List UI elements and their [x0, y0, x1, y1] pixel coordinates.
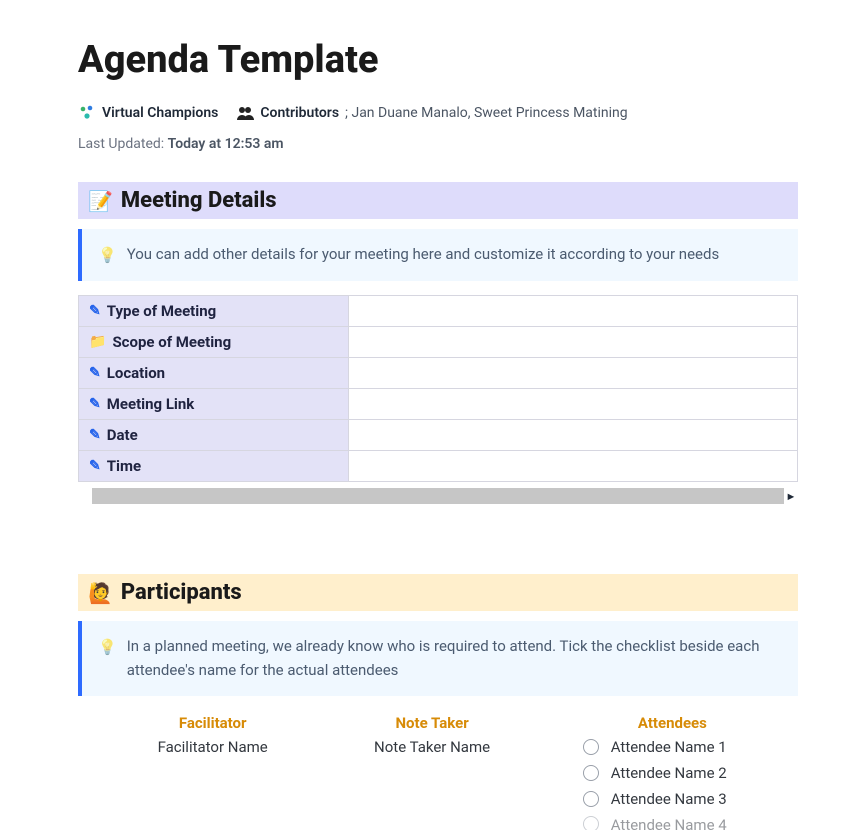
contributors-list: ; Jan Duane Manalo, Sweet Princess Matin…	[345, 105, 628, 121]
participants-header: 🙋 Participants	[78, 574, 798, 611]
attendees-list: Attendee Name 1 Attendee Name 2 Attendee…	[547, 738, 798, 830]
participants-callout-text: In a planned meeting, we already know wh…	[127, 635, 782, 682]
field-label: Location	[107, 364, 165, 382]
team-meta: Virtual Champions	[78, 104, 218, 122]
facilitator-value[interactable]: Facilitator Name	[108, 738, 317, 756]
checkbox-icon[interactable]	[583, 816, 599, 830]
participants-title: Participants	[121, 580, 242, 605]
meeting-details-callout: 💡 You can add other details for your mee…	[78, 229, 798, 281]
scroll-right-icon[interactable]: ►	[784, 488, 798, 504]
field-value[interactable]	[349, 327, 798, 358]
field-value[interactable]	[349, 358, 798, 389]
raised-hand-icon: 🙋	[88, 581, 113, 605]
facilitator-header: Facilitator	[108, 714, 317, 732]
attendee-name[interactable]: Attendee Name 3	[611, 790, 727, 808]
last-updated-label: Last Updated:	[78, 136, 164, 152]
field-label: Scope of Meeting	[112, 333, 231, 351]
attendee-name[interactable]: Attendee Name 1	[611, 738, 727, 756]
pencil-icon: ✎	[89, 303, 101, 319]
checkbox-icon[interactable]	[583, 739, 599, 755]
attendee-row: Attendee Name 1	[583, 738, 798, 756]
people-icon	[236, 105, 254, 121]
meeting-details-callout-text: You can add other details for your meeti…	[127, 243, 720, 266]
meeting-details-title: Meeting Details	[121, 188, 277, 213]
attendee-row: Attendee Name 3	[583, 790, 798, 808]
contributors-label: Contributors	[260, 105, 339, 121]
attendee-name[interactable]: Attendee Name 2	[611, 764, 727, 782]
attendee-row: Attendee Name 2	[583, 764, 798, 782]
table-row: ✎ Location	[79, 358, 798, 389]
scroll-left-icon[interactable]: ◄	[78, 488, 92, 504]
meeting-details-header: 📝 Meeting Details	[78, 182, 798, 219]
field-value[interactable]	[349, 296, 798, 327]
participants-callout: 💡 In a planned meeting, we already know …	[78, 621, 798, 696]
attendee-row: Attendee Name 4	[583, 816, 798, 830]
team-icon	[78, 104, 96, 122]
last-updated-value: Today at 12:53 am	[168, 136, 284, 152]
field-value[interactable]	[349, 451, 798, 482]
field-label: Meeting Link	[107, 395, 195, 413]
participants-grid: Facilitator Facilitator Name Note Taker …	[78, 710, 798, 830]
field-label: Date	[107, 426, 138, 444]
lightbulb-icon: 💡	[98, 244, 117, 267]
horizontal-scrollbar[interactable]: ◄ ►	[78, 488, 798, 504]
note-taker-header: Note Taker	[327, 714, 536, 732]
pencil-icon: ✎	[89, 427, 101, 443]
field-label: Time	[107, 457, 141, 475]
field-value[interactable]	[349, 389, 798, 420]
meeting-details-table: ✎ Type of Meeting 📁 Scope of Meeting ✎ Loca…	[78, 295, 798, 482]
last-updated: Last Updated: Today at 12:53 am	[78, 136, 798, 152]
meta-row: Virtual Champions Contributors ; Jan Duan…	[78, 104, 798, 122]
table-row: ✎ Date	[79, 420, 798, 451]
table-row: ✎ Type of Meeting	[79, 296, 798, 327]
attendees-header: Attendees	[547, 714, 798, 732]
table-row: ✎ Meeting Link	[79, 389, 798, 420]
contributors-meta: Contributors ; Jan Duane Manalo, Sweet Pr…	[236, 105, 627, 121]
page-title: Agenda Template	[78, 38, 798, 82]
pencil-icon: ✎	[89, 365, 101, 381]
field-label: Type of Meeting	[107, 302, 216, 320]
table-row: 📁 Scope of Meeting	[79, 327, 798, 358]
note-taker-value[interactable]: Note Taker Name	[327, 738, 536, 756]
table-row: ✎ Time	[79, 451, 798, 482]
notepad-icon: 📝	[88, 189, 113, 213]
checkbox-icon[interactable]	[583, 791, 599, 807]
pencil-icon: ✎	[89, 458, 101, 474]
attendee-name[interactable]: Attendee Name 4	[611, 816, 727, 830]
team-name: Virtual Champions	[102, 105, 218, 121]
pencil-icon: ✎	[89, 396, 101, 412]
field-value[interactable]	[349, 420, 798, 451]
checkbox-icon[interactable]	[583, 765, 599, 781]
folder-icon: 📁	[89, 334, 106, 350]
lightbulb-icon: 💡	[98, 636, 117, 659]
